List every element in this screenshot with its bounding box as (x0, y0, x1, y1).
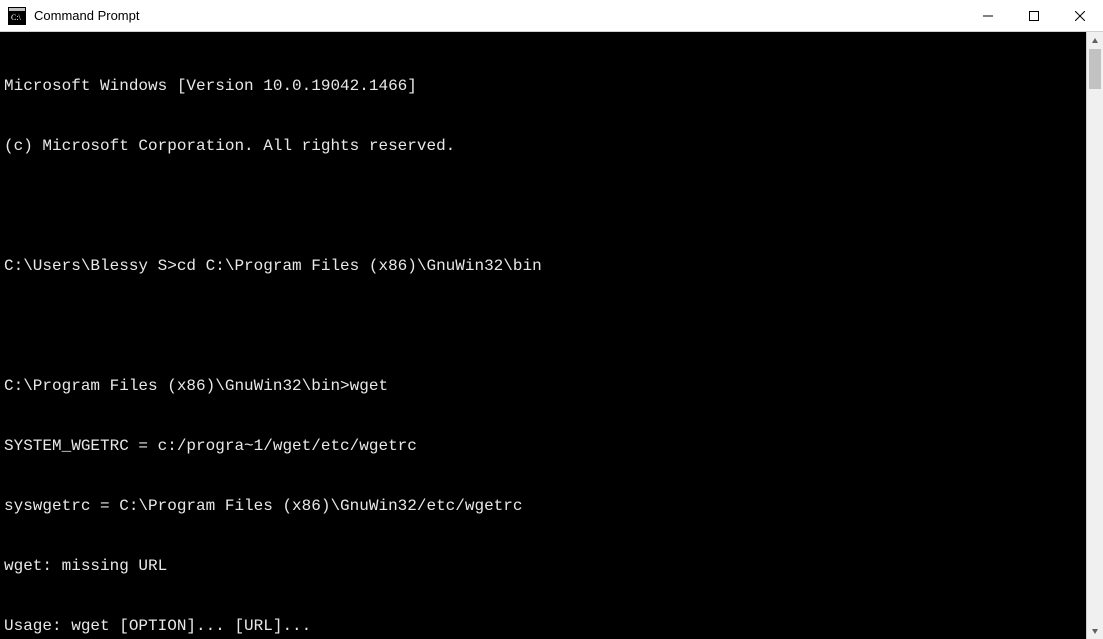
window-controls (965, 0, 1103, 31)
client-area: Microsoft Windows [Version 10.0.19042.14… (0, 32, 1103, 639)
titlebar[interactable]: C:\ Command Prompt (0, 0, 1103, 32)
close-button[interactable] (1057, 0, 1103, 31)
terminal-output[interactable]: Microsoft Windows [Version 10.0.19042.14… (0, 32, 1086, 639)
terminal-blank (4, 196, 1082, 216)
terminal-line: C:\Users\Blessy S>cd C:\Program Files (x… (4, 256, 1082, 276)
minimize-button[interactable] (965, 0, 1011, 31)
terminal-line: Microsoft Windows [Version 10.0.19042.14… (4, 76, 1082, 96)
terminal-line: syswgetrc = C:\Program Files (x86)\GnuWi… (4, 496, 1082, 516)
vertical-scrollbar[interactable] (1086, 32, 1103, 639)
terminal-blank (4, 316, 1082, 336)
terminal-line: C:\Program Files (x86)\GnuWin32\bin>wget (4, 376, 1082, 396)
maximize-button[interactable] (1011, 0, 1057, 31)
scroll-track[interactable] (1087, 49, 1103, 622)
terminal-line: wget: missing URL (4, 556, 1082, 576)
terminal-line: Usage: wget [OPTION]... [URL]... (4, 616, 1082, 636)
cmd-icon: C:\ (8, 7, 26, 25)
scroll-thumb[interactable] (1089, 49, 1101, 89)
scroll-up-icon[interactable] (1087, 32, 1103, 49)
scroll-down-icon[interactable] (1087, 622, 1103, 639)
terminal-line: (c) Microsoft Corporation. All rights re… (4, 136, 1082, 156)
svg-text:C:\: C:\ (11, 13, 22, 22)
terminal-line: SYSTEM_WGETRC = c:/progra~1/wget/etc/wge… (4, 436, 1082, 456)
window-title: Command Prompt (34, 8, 965, 23)
